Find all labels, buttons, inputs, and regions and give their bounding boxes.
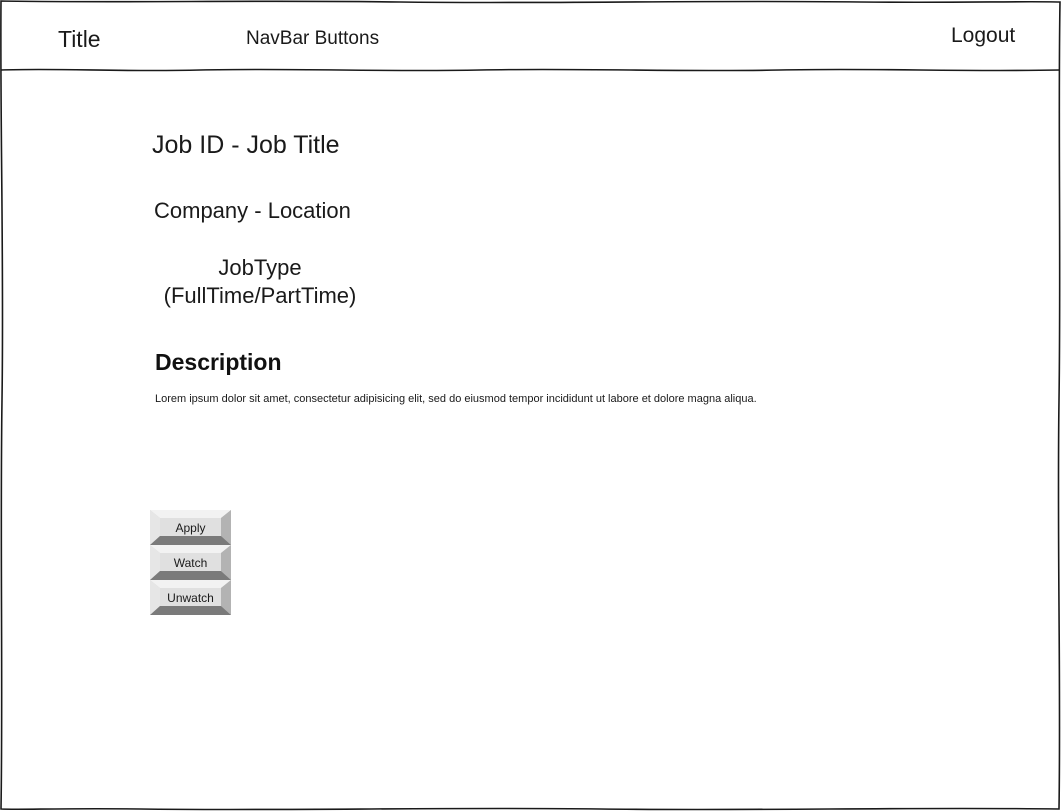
navbar-buttons[interactable]: NavBar Buttons (246, 28, 379, 50)
navbar-divider (0, 68, 1061, 72)
job-type-options: (FullTime/PartTime) (163, 283, 357, 308)
logout-button[interactable]: Logout (951, 24, 1015, 48)
unwatch-label: Unwatch (167, 591, 214, 605)
job-type-label: JobType (218, 255, 302, 280)
job-type: JobType (FullTime/PartTime) (150, 254, 370, 310)
unwatch-button[interactable]: Unwatch (150, 580, 231, 615)
description-text: Lorem ipsum dolor sit amet, consectetur … (155, 393, 757, 405)
company-location: Company - Location (154, 198, 351, 223)
apply-label: Apply (175, 521, 206, 535)
wireframe-border (0, 0, 1061, 811)
job-id-title: Job ID - Job Title (152, 131, 340, 159)
app-title: Title (58, 26, 101, 52)
watch-label: Watch (173, 556, 208, 570)
description-heading: Description (155, 349, 282, 375)
apply-button[interactable]: Apply (150, 510, 231, 545)
watch-button[interactable]: Watch (150, 545, 231, 580)
